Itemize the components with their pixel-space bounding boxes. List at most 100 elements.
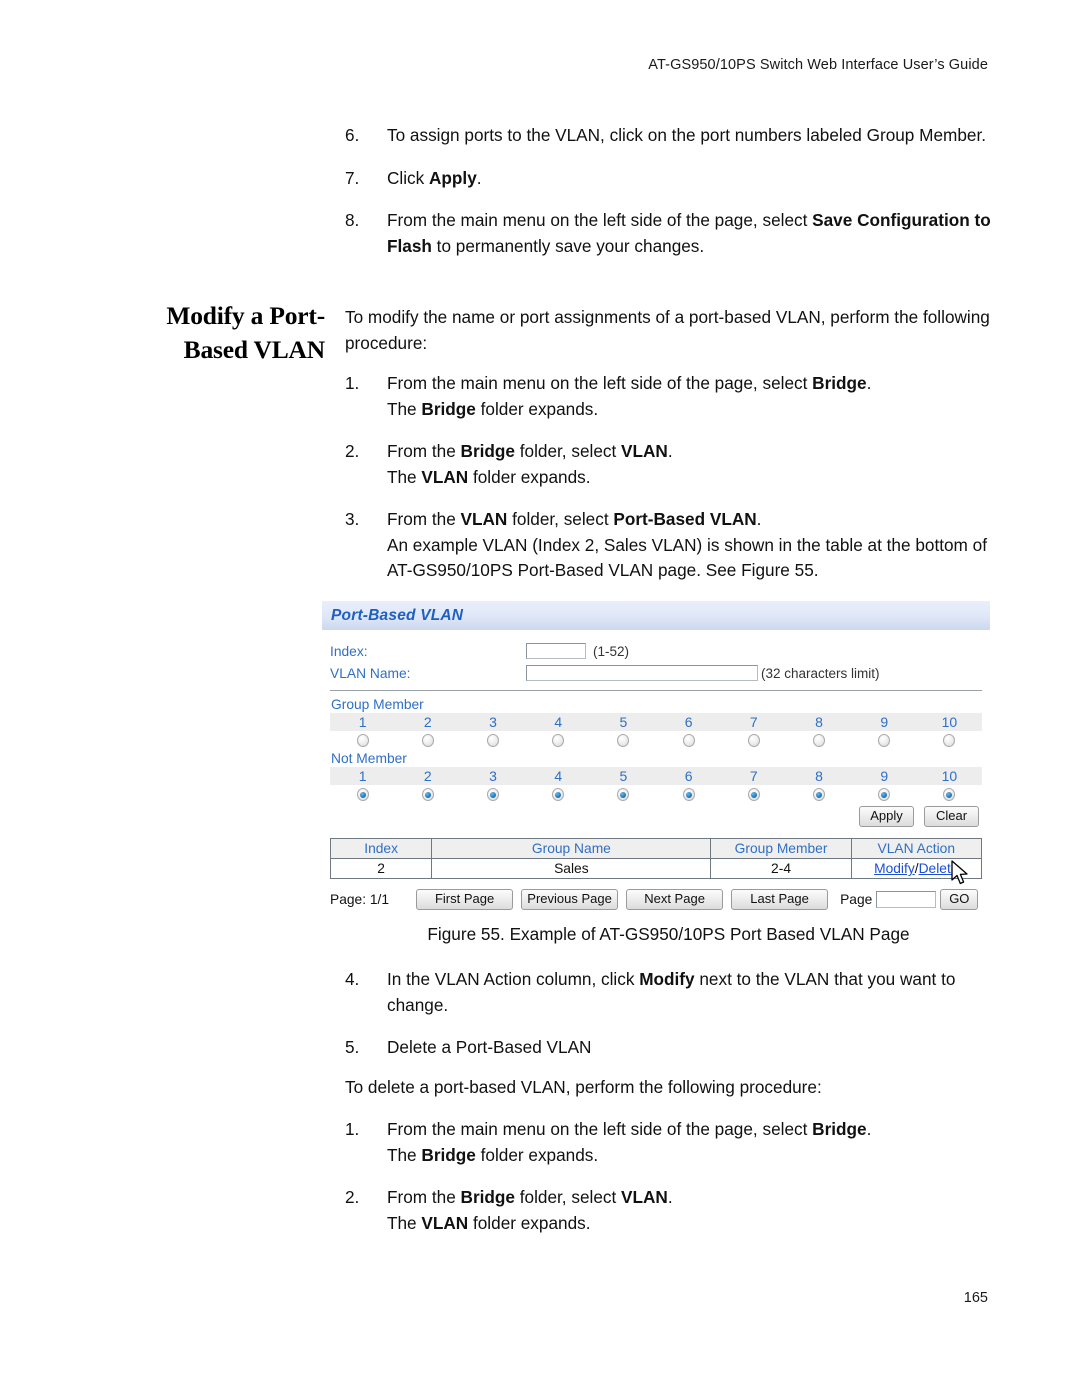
port-number-7[interactable]: 7 [721, 714, 786, 730]
port-number-6[interactable]: 6 [656, 714, 721, 730]
vlan-name-hint: (32 characters limit) [761, 665, 880, 681]
cell-group-name: Sales [431, 858, 712, 879]
port-cell-9 [852, 788, 917, 801]
port-cell-3 [460, 734, 525, 747]
list-item-text: Delete a Port-Based VLAN [387, 1037, 592, 1057]
not-member-radio-port-8[interactable] [813, 788, 826, 801]
list-item-text: From the main menu on the left side of t… [387, 1119, 872, 1165]
port-number-3[interactable]: 3 [460, 768, 525, 784]
steps-list-after-figure: 4. In the VLAN Action column, click Modi… [345, 967, 992, 1061]
port-cell-7 [721, 788, 786, 801]
form-button-row: Apply Clear [330, 806, 982, 827]
list-item-number: 2. [345, 1187, 360, 1207]
list-item: 1. From the main menu on the left side o… [345, 1117, 992, 1168]
paragraph-text: To modify the name or port assignments o… [345, 307, 990, 353]
not-member-radio-port-2[interactable] [421, 788, 434, 801]
group-member-radio-port-3[interactable] [487, 734, 499, 747]
group-member-radio-port-7[interactable] [747, 734, 760, 747]
section-heading-line-2: Based VLAN [183, 335, 326, 364]
not-member-radio-port-7[interactable] [747, 788, 760, 801]
next-page-button[interactable]: Next Page [626, 889, 724, 910]
modify-link[interactable]: Modify [874, 861, 915, 876]
page-number-input[interactable] [876, 891, 937, 908]
port-number-4[interactable]: 4 [526, 768, 591, 784]
not-member-radio-row [330, 785, 982, 804]
port-number-3[interactable]: 3 [460, 714, 525, 730]
vlan-results-table: Index Group Name Group Member VLAN Actio… [329, 838, 983, 879]
port-cell-6 [656, 734, 721, 747]
list-item-number: 6. [345, 125, 360, 145]
group-member-radio-port-4[interactable] [552, 734, 565, 747]
cell-index: 2 [329, 858, 433, 879]
port-number-9[interactable]: 9 [852, 768, 917, 784]
page-jump-group: Page GO [840, 889, 979, 910]
column-header-vlan-action: VLAN Action [850, 838, 983, 859]
apply-button[interactable]: Apply [859, 806, 914, 827]
port-number-5[interactable]: 5 [591, 714, 656, 730]
group-member-port-numbers: 1 2 3 4 5 6 7 8 9 10 [330, 713, 982, 731]
port-number-4[interactable]: 4 [526, 714, 591, 730]
port-number-10[interactable]: 10 [917, 714, 982, 730]
index-input[interactable] [526, 643, 586, 659]
steps-list-delete: 1. From the main menu on the left side o… [345, 1117, 992, 1236]
list-item-number: 5. [345, 1037, 360, 1057]
list-item: 1. From the main menu on the left side o… [345, 371, 992, 422]
group-member-radio-port-8[interactable] [813, 734, 826, 747]
group-member-radio-port-5[interactable] [617, 734, 630, 747]
go-button[interactable]: GO [940, 889, 979, 910]
port-cell-7 [721, 734, 786, 747]
pagination-buttons: First Page Previous Page Next Page Last … [416, 889, 829, 910]
section-heading: Modify a Port- Based VLAN [92, 299, 325, 367]
not-member-radio-port-3[interactable] [487, 788, 499, 801]
divider [330, 690, 982, 691]
previous-page-button[interactable]: Previous Page [521, 889, 619, 910]
port-number-5[interactable]: 5 [591, 768, 656, 784]
last-page-button[interactable]: Last Page [731, 889, 829, 910]
port-number-8[interactable]: 8 [786, 714, 851, 730]
vlan-name-input[interactable] [526, 665, 758, 681]
delete-link[interactable]: Delete [919, 861, 959, 876]
clear-button[interactable]: Clear [924, 806, 979, 827]
port-cell-3 [460, 788, 525, 801]
port-cell-1 [330, 788, 395, 801]
list-item-text: From the main menu on the left side of t… [387, 210, 991, 256]
not-member-radio-port-5[interactable] [617, 788, 630, 801]
group-member-radio-port-6[interactable] [682, 734, 695, 747]
port-cell-6 [656, 788, 721, 801]
list-item-text: In the VLAN Action column, click Modify … [387, 969, 956, 1015]
port-number-7[interactable]: 7 [721, 768, 786, 784]
group-member-radio-port-1[interactable] [356, 734, 369, 747]
list-item-text: From the Bridge folder, select VLAN. The … [387, 1187, 673, 1233]
not-member-radio-port-6[interactable] [682, 788, 695, 801]
port-number-6[interactable]: 6 [656, 768, 721, 784]
page-number: 165 [963, 1290, 988, 1306]
first-page-button[interactable]: First Page [416, 889, 514, 910]
web-ui-screenshot: Port-Based VLAN Index: (1-52) VLAN Name:… [322, 601, 990, 916]
port-cell-5 [591, 734, 656, 747]
list-item-number: 7. [345, 167, 360, 188]
port-number-2[interactable]: 2 [395, 714, 460, 730]
port-cell-9 [852, 734, 917, 747]
port-number-1[interactable]: 1 [330, 714, 395, 730]
port-cell-4 [526, 788, 591, 801]
group-member-radio-port-2[interactable] [421, 734, 434, 747]
not-member-radio-port-10[interactable] [943, 788, 956, 801]
not-member-radio-port-9[interactable] [878, 788, 891, 801]
column-header-group-member: Group Member [710, 838, 852, 859]
group-member-radio-port-9[interactable] [878, 734, 891, 747]
port-number-2[interactable]: 2 [395, 768, 460, 784]
port-number-1[interactable]: 1 [330, 768, 395, 784]
not-member-radio-port-1[interactable] [356, 788, 369, 801]
vlan-name-field-row: VLAN Name: (32 characters limit) [330, 662, 982, 684]
port-cell-8 [786, 788, 851, 801]
list-item-text: From the VLAN folder, select Port-Based … [387, 509, 987, 580]
group-member-radio-port-10[interactable] [943, 734, 956, 747]
steps-list-top: 6. To assign ports to the VLAN, click on… [345, 123, 992, 259]
port-cell-4 [526, 734, 591, 747]
port-number-10[interactable]: 10 [917, 768, 982, 784]
port-cell-10 [917, 734, 982, 747]
port-number-8[interactable]: 8 [786, 768, 851, 784]
page-status: Page: 1/1 [330, 892, 390, 907]
port-number-9[interactable]: 9 [852, 714, 917, 730]
not-member-radio-port-4[interactable] [552, 788, 565, 801]
